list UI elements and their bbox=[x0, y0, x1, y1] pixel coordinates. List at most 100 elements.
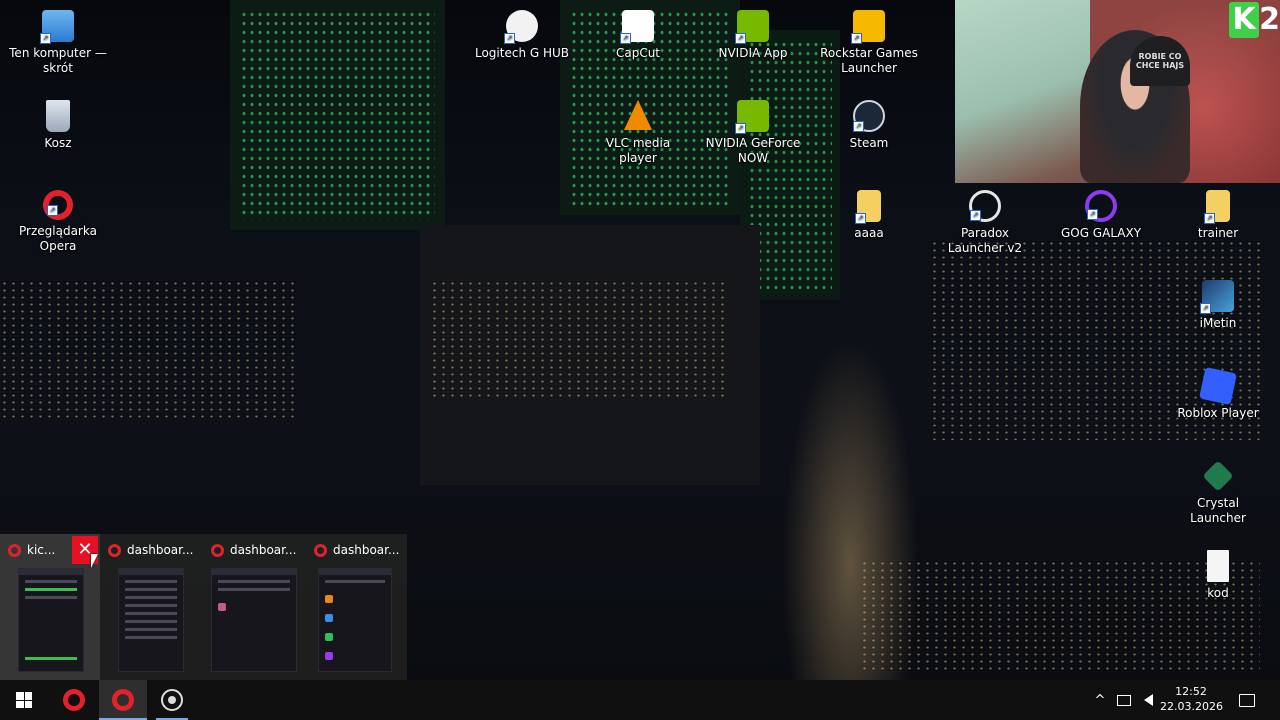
folder-icon: ↗ bbox=[1204, 190, 1230, 224]
thumbnail-title: dashboar... bbox=[127, 543, 194, 557]
desktop-icon-kod[interactable]: kod bbox=[1168, 550, 1268, 601]
recycle-bin-icon bbox=[46, 100, 70, 132]
desktop-icon-label: NVIDIA App bbox=[718, 46, 788, 60]
opera-icon bbox=[211, 543, 224, 557]
desktop-icon-label: NVIDIA GeForce NOW bbox=[705, 136, 801, 165]
wallpaper-street-lights bbox=[770, 300, 930, 680]
clock[interactable]: 12:52 22.03.2026 bbox=[1160, 680, 1223, 720]
desktop-icon-crystal[interactable]: Crystal Launcher bbox=[1168, 460, 1268, 526]
capcut-icon: ↗ bbox=[620, 10, 654, 44]
roblox-icon bbox=[1199, 367, 1237, 405]
clock-date: 22.03.2026 bbox=[1160, 700, 1223, 713]
desktop-icon-label: GOG GALAXY bbox=[1060, 226, 1142, 240]
thumbnail-preview bbox=[18, 568, 84, 672]
start-button[interactable] bbox=[0, 680, 48, 720]
thumbnail-preview bbox=[118, 568, 184, 672]
cap-text: ROBIE CO CHCE HAJS bbox=[1135, 52, 1185, 70]
obs-icon bbox=[161, 689, 183, 711]
desktop-icon-capcut[interactable]: ↗ CapCut bbox=[588, 10, 688, 61]
opera-icon bbox=[108, 543, 121, 557]
thumbnail-window-3[interactable]: dashboar... bbox=[203, 534, 306, 680]
desktop-icon-label: VLC media player bbox=[605, 136, 671, 165]
desktop-icon-label: Kosz bbox=[44, 136, 72, 150]
mouse-cursor bbox=[91, 554, 98, 568]
desktop-icon-label: aaaa bbox=[854, 226, 884, 240]
desktop-icon-label: CapCut bbox=[615, 46, 661, 60]
computer-icon: ↗ bbox=[40, 10, 74, 44]
desktop-icon-roblox[interactable]: Roblox Player bbox=[1168, 367, 1268, 421]
app-icon: ↗ bbox=[1200, 280, 1234, 314]
desktop-icon-this-pc[interactable]: ↗ Ten komputer — skrót bbox=[8, 10, 108, 76]
logitech-icon: ↗ bbox=[504, 10, 538, 44]
taskbar-thumbnail-popup: kic... ✕ dashboar... dashboar... dashboa… bbox=[0, 534, 407, 680]
taskbar-opera-pinned[interactable] bbox=[50, 680, 98, 720]
notification-icon bbox=[1239, 693, 1255, 707]
taskbar: ^ 12:52 22.03.2026 bbox=[0, 680, 1280, 720]
wallpaper-windows bbox=[430, 280, 730, 400]
webcam-cap: ROBIE CO CHCE HAJS bbox=[1130, 36, 1190, 86]
steam-icon: ↗ bbox=[853, 100, 885, 132]
desktop-icon-gog[interactable]: ↗ GOG GALAXY bbox=[1051, 190, 1151, 241]
desktop-icon-opera[interactable]: ↗ Przeglądarka Opera bbox=[8, 190, 108, 254]
desktop-icon-steam[interactable]: ↗ Steam bbox=[819, 100, 919, 151]
desktop-icon-imetin[interactable]: ↗ iMetin bbox=[1168, 280, 1268, 331]
thumbnail-window-4[interactable]: dashboar... bbox=[306, 534, 407, 680]
thumbnail-title: kic... bbox=[27, 543, 56, 557]
channel-logo-number: 2 bbox=[1259, 2, 1280, 37]
paradox-icon: ↗ bbox=[969, 190, 1001, 222]
nvidia-icon: ↗ bbox=[735, 10, 769, 44]
desktop-icon-nvidia-app[interactable]: ↗ NVIDIA App bbox=[703, 10, 803, 61]
text-file-icon bbox=[1207, 550, 1229, 582]
nvidia-icon: ↗ bbox=[735, 100, 769, 134]
wallpaper-windows bbox=[240, 10, 435, 220]
thumbnail-title: dashboar... bbox=[333, 543, 400, 557]
vlc-icon bbox=[624, 100, 652, 130]
notifications-button[interactable] bbox=[1234, 680, 1260, 720]
opera-icon bbox=[63, 689, 85, 711]
desktop-icon-label: Steam bbox=[849, 136, 889, 150]
gog-icon: ↗ bbox=[1085, 190, 1117, 222]
desktop-icon-label: kod bbox=[1207, 586, 1229, 600]
webcam-overlay: ROBIE CO CHCE HAJS K2 bbox=[955, 0, 1280, 183]
wallpaper-windows bbox=[0, 280, 300, 420]
thumbnail-preview bbox=[211, 568, 297, 672]
taskbar-opera-open[interactable] bbox=[99, 680, 147, 720]
speaker-icon bbox=[1143, 694, 1153, 706]
opera-icon bbox=[8, 543, 21, 557]
volume-button[interactable] bbox=[1137, 680, 1159, 720]
folder-icon: ↗ bbox=[855, 190, 881, 224]
desktop-icon-label: Przeglądarka Opera bbox=[19, 224, 97, 253]
thumbnail-preview bbox=[318, 568, 392, 672]
desktop-icon-vlc[interactable]: VLC media player bbox=[588, 100, 688, 166]
chevron-up-icon: ^ bbox=[1094, 692, 1106, 708]
desktop-icon-label: Rockstar Games Launcher bbox=[820, 46, 918, 75]
desktop-icon-label: Ten komputer — skrót bbox=[9, 46, 107, 75]
thumbnail-window-2[interactable]: dashboar... bbox=[100, 534, 203, 680]
taskbar-obs[interactable] bbox=[148, 680, 196, 720]
desktop-icon-trainer[interactable]: ↗ trainer bbox=[1168, 190, 1268, 241]
channel-logo: K2 bbox=[1229, 0, 1280, 40]
desktop-icon-label: iMetin bbox=[1199, 316, 1237, 330]
desktop-icon-label: Roblox Player bbox=[1177, 406, 1259, 420]
thumbnail-title: dashboar... bbox=[230, 543, 297, 557]
desktop-icon-geforce-now[interactable]: ↗ NVIDIA GeForce NOW bbox=[703, 100, 803, 166]
opera-icon bbox=[314, 543, 327, 557]
desktop-icon-label: Crystal Launcher bbox=[1190, 496, 1246, 525]
channel-logo-letter: K bbox=[1229, 2, 1260, 38]
desktop-icon-rockstar[interactable]: ↗ Rockstar Games Launcher bbox=[819, 10, 919, 76]
desktop-icon-paradox[interactable]: ↗ Paradox Launcher v2 bbox=[935, 190, 1035, 256]
desktop-icon-label: Paradox Launcher v2 bbox=[947, 226, 1023, 255]
desktop-icon-recycle-bin[interactable]: Kosz bbox=[8, 100, 108, 151]
crystal-icon bbox=[1202, 460, 1234, 492]
network-button[interactable] bbox=[1113, 680, 1135, 720]
desktop-icon-logitech[interactable]: ↗ Logitech G HUB bbox=[472, 10, 572, 61]
thumbnail-window-1[interactable]: kic... ✕ bbox=[0, 534, 100, 680]
rockstar-icon: ↗ bbox=[851, 10, 885, 44]
network-icon bbox=[1117, 694, 1131, 706]
opera-icon bbox=[112, 689, 134, 711]
opera-icon: ↗ bbox=[43, 190, 73, 220]
desktop-icon-aaaa[interactable]: ↗ aaaa bbox=[819, 190, 919, 241]
clock-time: 12:52 bbox=[1175, 685, 1207, 698]
windows-logo-icon bbox=[16, 692, 32, 708]
show-hidden-icons-button[interactable]: ^ bbox=[1090, 680, 1110, 720]
